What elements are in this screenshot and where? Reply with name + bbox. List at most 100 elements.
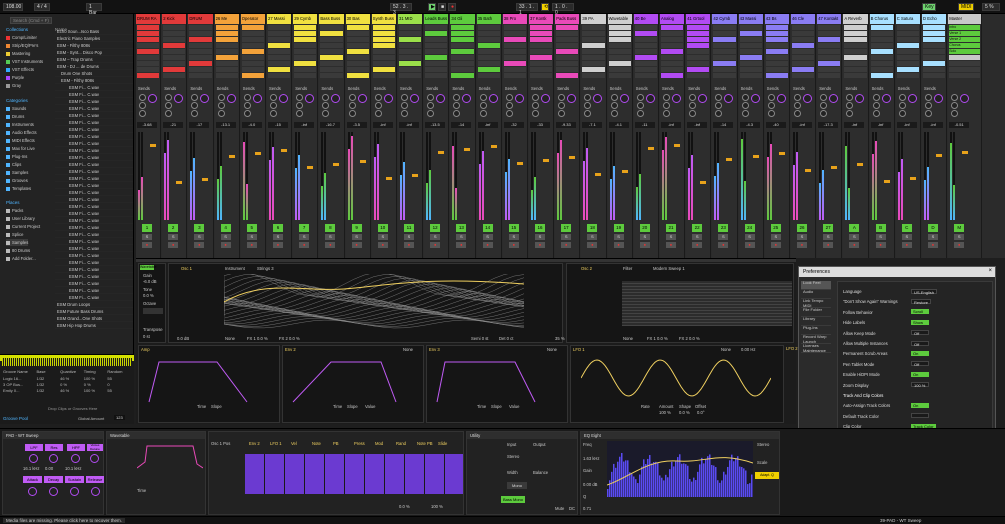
collection-item[interactable]: VST Effects bbox=[6, 66, 34, 73]
clip-slot[interactable] bbox=[372, 43, 395, 48]
clip-slot[interactable] bbox=[451, 73, 474, 78]
time-signature[interactable]: 4 / 4 bbox=[34, 3, 50, 11]
empty-clip-slot[interactable] bbox=[844, 43, 867, 48]
volume-readout[interactable]: -14 bbox=[713, 122, 734, 128]
scene-launch[interactable]: Verse 2 bbox=[949, 37, 981, 42]
eq-title[interactable]: EQ Eight bbox=[581, 432, 779, 439]
category-item[interactable]: Drums bbox=[6, 113, 24, 120]
browser-list-item[interactable]: ESM Fi... C.wav bbox=[55, 161, 133, 168]
lfo1-shape-value[interactable]: 0.0 % bbox=[679, 410, 690, 415]
send-knob[interactable] bbox=[165, 94, 173, 101]
arm-button[interactable]: ● bbox=[770, 242, 781, 248]
utility-title[interactable]: Utility bbox=[467, 432, 577, 439]
clip-slot[interactable] bbox=[661, 73, 684, 78]
clip-slot[interactable] bbox=[556, 73, 579, 78]
clip-slot[interactable] bbox=[896, 67, 919, 72]
clip-slot[interactable] bbox=[320, 55, 343, 60]
category-item[interactable]: MIDI Effects bbox=[6, 137, 35, 144]
status-message[interactable]: Media files are missing. Please click he… bbox=[3, 518, 126, 523]
send-knob[interactable] bbox=[270, 110, 277, 117]
solo-button[interactable]: S bbox=[535, 234, 545, 240]
empty-clip-slot[interactable] bbox=[582, 73, 605, 78]
pan-knob[interactable] bbox=[514, 94, 524, 103]
browser-list-item[interactable]: ESM Fi... C.wav bbox=[55, 273, 133, 280]
empty-clip-slot[interactable] bbox=[661, 43, 684, 48]
pan-knob[interactable] bbox=[672, 94, 681, 103]
track-activator-button[interactable]: 26 bbox=[797, 224, 807, 232]
send-knob[interactable] bbox=[636, 110, 644, 117]
arm-button[interactable]: ● bbox=[168, 242, 179, 248]
volume-fader[interactable] bbox=[778, 152, 785, 155]
empty-clip-slot[interactable] bbox=[949, 61, 981, 66]
track-header[interactable]: A Reverb bbox=[843, 14, 868, 24]
browser-list-item[interactable]: ESM Fi... C.wav bbox=[55, 287, 133, 294]
empty-clip-slot[interactable] bbox=[739, 73, 762, 78]
volume-readout[interactable]: -9.33 bbox=[556, 122, 577, 128]
empty-clip-slot[interactable] bbox=[818, 49, 841, 54]
clip-slot[interactable] bbox=[765, 37, 788, 42]
browser-list-item[interactable]: ESM Fi... C.wav bbox=[55, 112, 133, 119]
solo-button[interactable]: S bbox=[875, 234, 886, 240]
empty-clip-slot[interactable] bbox=[241, 43, 264, 48]
volume-fader[interactable] bbox=[202, 178, 209, 181]
clip-slot[interactable] bbox=[634, 55, 657, 60]
browser-list-item[interactable]: ESM Fi... C.wav bbox=[55, 224, 133, 231]
groove-pool-label[interactable]: Groove Pool bbox=[3, 416, 28, 421]
category-item[interactable]: Plug-Ins bbox=[6, 153, 27, 160]
browser-list-item[interactable]: Electric Piano Samples bbox=[55, 35, 133, 42]
track-header[interactable]: DRUM RA bbox=[136, 14, 161, 24]
track-header[interactable]: 37 Kontk bbox=[529, 14, 554, 24]
clip-slot[interactable] bbox=[189, 37, 212, 42]
osc1-level[interactable]: 35 % bbox=[555, 336, 565, 341]
send-knob[interactable] bbox=[191, 94, 199, 101]
category-item[interactable]: Max for Live bbox=[6, 145, 35, 152]
send-knob[interactable] bbox=[794, 110, 801, 117]
clip-slot[interactable] bbox=[137, 73, 160, 78]
volume-readout[interactable]: -13.5 bbox=[425, 122, 446, 128]
track-activator-button[interactable]: 17 bbox=[561, 224, 572, 232]
empty-clip-slot[interactable] bbox=[163, 55, 186, 60]
empty-clip-slot[interactable] bbox=[765, 55, 788, 60]
browser-list-item[interactable]: ESM Fi... C.wav bbox=[55, 294, 133, 301]
lfo1-offset-label[interactable]: Offset bbox=[695, 404, 706, 409]
volume-fader[interactable] bbox=[752, 155, 759, 158]
mixer-track[interactable]: 46 Cle Sends -inf 26 S ● bbox=[791, 14, 817, 258]
track-header[interactable]: Analog bbox=[660, 14, 685, 24]
empty-clip-slot[interactable] bbox=[634, 25, 657, 30]
clip-slot[interactable] bbox=[792, 43, 815, 48]
volume-fader[interactable] bbox=[385, 177, 392, 180]
lfo1-rate-display[interactable]: 0.00 Hz bbox=[741, 347, 755, 352]
empty-clip-slot[interactable] bbox=[346, 37, 369, 42]
solo-button[interactable]: S bbox=[482, 234, 493, 240]
send-knob[interactable] bbox=[505, 102, 513, 109]
macro-voices-label[interactable]: Voices Detune bbox=[87, 443, 103, 451]
clip-slot[interactable] bbox=[896, 43, 919, 48]
track-header[interactable]: C Satura bbox=[895, 14, 920, 24]
empty-clip-slot[interactable] bbox=[739, 49, 762, 54]
send-knob[interactable] bbox=[767, 102, 775, 109]
clip-slot[interactable] bbox=[949, 55, 981, 60]
send-knob[interactable] bbox=[820, 94, 828, 101]
mixer-track[interactable]: 34 Gli Sends -14 13 S ● bbox=[450, 14, 476, 258]
browser-list-item[interactable]: ESM Fi... C.wav bbox=[55, 168, 133, 175]
loop-icon[interactable]: ⟲ bbox=[541, 3, 549, 11]
empty-clip-slot[interactable] bbox=[792, 61, 815, 66]
empty-clip-slot[interactable] bbox=[399, 25, 422, 30]
arm-button[interactable]: ● bbox=[273, 242, 283, 248]
empty-clip-slot[interactable] bbox=[765, 61, 788, 66]
empty-clip-slot[interactable] bbox=[870, 55, 893, 60]
send-knob[interactable] bbox=[139, 110, 146, 117]
env3-target[interactable]: None bbox=[547, 347, 557, 352]
volume-readout[interactable]: -inf bbox=[896, 122, 917, 128]
empty-clip-slot[interactable] bbox=[713, 43, 736, 48]
empty-clip-slot[interactable] bbox=[608, 55, 631, 60]
preferences-tab[interactable]: Licenses Maintenance bbox=[801, 343, 831, 353]
utility-stereo-mode[interactable]: Stereo bbox=[507, 454, 519, 459]
browser-list-item[interactable]: ESM Fi... C.wav bbox=[55, 91, 133, 98]
preference-value[interactable]: US-English bbox=[911, 288, 938, 295]
pan-knob[interactable] bbox=[855, 94, 865, 103]
empty-clip-slot[interactable] bbox=[215, 49, 238, 54]
empty-clip-slot[interactable] bbox=[320, 43, 343, 48]
volume-readout[interactable]: -inf bbox=[661, 122, 681, 128]
empty-clip-slot[interactable] bbox=[294, 55, 317, 60]
